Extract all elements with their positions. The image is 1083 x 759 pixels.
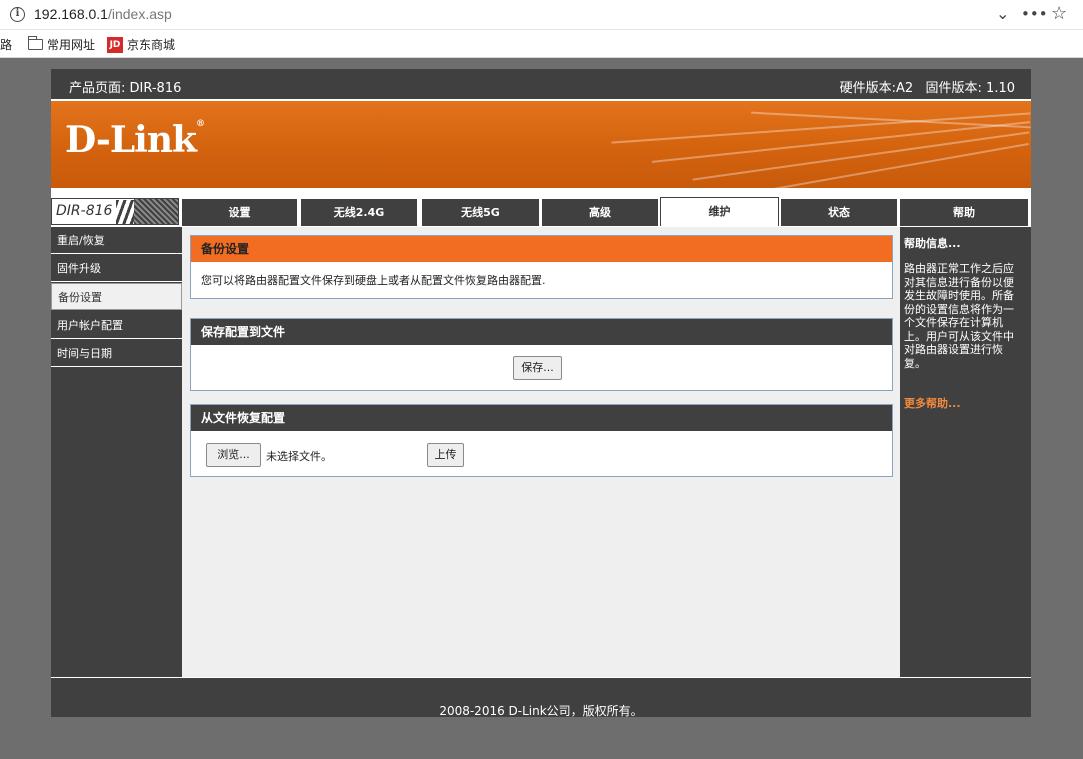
- info-icon[interactable]: i: [10, 7, 25, 22]
- bookmark-star-icon[interactable]: ☆: [1051, 3, 1067, 24]
- tab-wireless-5g[interactable]: 无线5G: [422, 199, 539, 226]
- browser-address-bar: i 192.168.0.1/index.asp ⌄ ••• ☆: [0, 0, 1083, 30]
- save-config-panel: 保存配置到文件 保存...: [190, 318, 893, 391]
- file-status-text: 未选择文件。: [266, 450, 332, 463]
- help-panel: 帮助信息... 路由器正常工作之后应对其信息进行备份以便发生故障时使用。所备份的…: [900, 226, 1031, 677]
- jd-logo-icon: JD: [107, 36, 123, 53]
- section-title: 保存配置到文件: [191, 319, 892, 345]
- product-label: 产品页面: DIR-816: [69, 81, 182, 96]
- bookmark-folder-common-sites[interactable]: 常用网址: [28, 36, 95, 53]
- bookmark-label: 常用网址: [47, 38, 96, 52]
- sidebar-item-reboot-restore[interactable]: 重启/恢复: [51, 227, 182, 254]
- tab-status[interactable]: 状态: [781, 199, 897, 226]
- version-label: 硬件版本:A2 固件版本: 1.10: [839, 81, 1015, 96]
- bookmark-label: 路: [0, 38, 13, 52]
- help-body: 路由器正常工作之后应对其信息进行备份以便发生故障时使用。所备份的设置信息将作为一…: [904, 262, 1014, 370]
- section-title: 备份设置: [191, 236, 892, 262]
- restore-config-panel: 从文件恢复配置 浏览... 未选择文件。 上传: [190, 404, 893, 477]
- sidebar-item-user-accounts[interactable]: 用户帐户配置: [51, 312, 182, 339]
- save-button[interactable]: 保存...: [513, 356, 562, 380]
- main-content: 备份设置 您可以将路由器配置文件保存到硬盘上或者从配置文件恢复路由器配置. 保存…: [182, 226, 900, 677]
- brand-banner: D-Link®: [51, 101, 1031, 188]
- sidebar-item-time-date[interactable]: 时间与日期: [51, 340, 182, 367]
- sidebar: 重启/恢复 固件升级 备份设置 用户帐户配置 时间与日期: [51, 226, 182, 677]
- folder-icon: [28, 36, 43, 50]
- browse-file-button[interactable]: 浏览...: [206, 443, 261, 467]
- badge-hatch-decoration: [134, 199, 178, 224]
- url-field[interactable]: 192.168.0.1/index.asp: [34, 6, 172, 22]
- bookmarks-bar: 路 常用网址 JD 京东商城: [0, 30, 1083, 58]
- section-description: 您可以将路由器配置文件保存到硬盘上或者从配置文件恢复路由器配置.: [201, 274, 546, 287]
- model-name: DIR-816: [56, 203, 113, 219]
- more-actions-icon[interactable]: •••: [1021, 5, 1048, 23]
- tab-setup[interactable]: 设置: [182, 199, 297, 226]
- backup-settings-panel: 备份设置 您可以将路由器配置文件保存到硬盘上或者从配置文件恢复路由器配置.: [190, 235, 893, 299]
- top-info-bar: 产品页面: DIR-816 硬件版本:A2 固件版本: 1.10: [51, 69, 1031, 99]
- tab-advanced[interactable]: 高级: [542, 199, 658, 226]
- section-title: 从文件恢复配置: [191, 405, 892, 431]
- tab-maintenance[interactable]: 维护: [660, 197, 779, 226]
- router-admin-page: 产品页面: DIR-816 硬件版本:A2 固件版本: 1.10 D-Link®…: [51, 69, 1031, 718]
- url-path: /index.asp: [107, 6, 172, 22]
- upload-button[interactable]: 上传: [427, 443, 464, 467]
- sidebar-item-backup-settings[interactable]: 备份设置: [51, 283, 182, 310]
- url-host: 192.168.0.1: [34, 6, 108, 22]
- tab-wireless-2-4g[interactable]: 无线2.4G: [301, 199, 417, 226]
- copyright-text: 2008-2016 D-Link公司，版权所有。: [439, 704, 643, 718]
- main-nav: DIR-816 设置 无线2.4G 无线5G 高级 维护 状态 帮助: [51, 196, 1031, 226]
- sidebar-item-firmware-upgrade[interactable]: 固件升级: [51, 255, 182, 282]
- bookmark-jd[interactable]: JD 京东商城: [107, 36, 175, 53]
- help-title: 帮助信息...: [904, 237, 961, 250]
- bookmark-item[interactable]: 路: [0, 36, 12, 53]
- chevron-down-icon[interactable]: ⌄: [996, 4, 1009, 23]
- more-help-link[interactable]: 更多帮助...: [904, 395, 961, 411]
- dlink-logo: D-Link®: [65, 119, 205, 161]
- tab-help[interactable]: 帮助: [900, 199, 1028, 226]
- bookmark-label: 京东商城: [127, 38, 176, 52]
- footer: 2008-2016 D-Link公司，版权所有。: [51, 677, 1031, 718]
- model-badge: DIR-816: [51, 198, 179, 225]
- badge-slash-decoration: [116, 200, 136, 224]
